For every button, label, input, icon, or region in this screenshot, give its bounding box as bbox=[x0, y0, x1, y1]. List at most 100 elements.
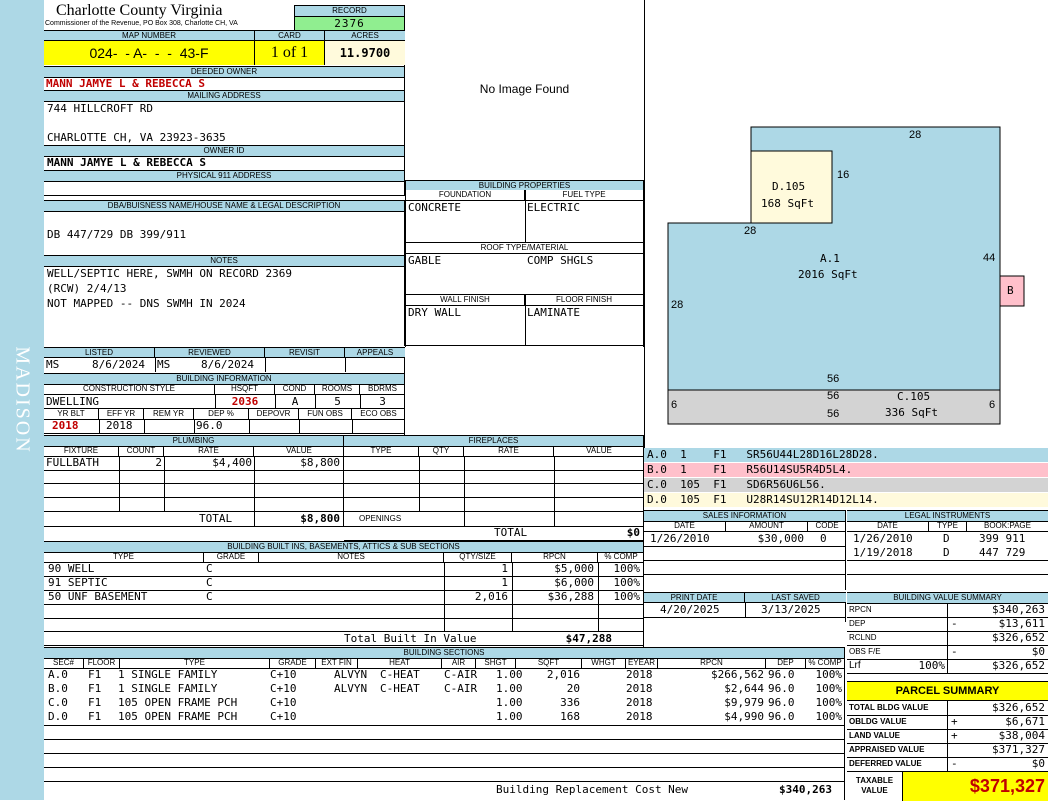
comp-cell: 100% bbox=[815, 696, 843, 709]
reviewed-label: REVIEWED bbox=[155, 347, 265, 358]
fp-type-col: TYPE bbox=[344, 446, 419, 456]
rpcn-cell: $266,562 bbox=[711, 668, 764, 681]
taxable-value: $371,327 bbox=[903, 772, 1048, 801]
land-label: LAND VALUE bbox=[849, 731, 900, 740]
bi-grade-col: GRADE bbox=[204, 552, 259, 562]
code-row: D.0 105 F1 U28R14SU12R14D12L14. bbox=[644, 493, 1048, 507]
rpcn-cell: $9,979 bbox=[724, 696, 764, 709]
table-row: B.0 F1 1 SINGLE FAMILY C+10 ALVYN C-HEAT… bbox=[44, 682, 844, 696]
sqft-cell: 2,016 bbox=[546, 668, 580, 681]
taxable-label-2: VALUE bbox=[861, 786, 888, 795]
dep-label: DEP % bbox=[194, 409, 249, 419]
area-a-name: A.1 bbox=[820, 252, 840, 265]
grade-cell: C+10 bbox=[270, 710, 297, 723]
code-row: A.0 1 F1 SR56U44L28D16L28D28. bbox=[644, 448, 1048, 463]
floor-cell: F1 bbox=[88, 710, 102, 723]
sales-section: SALES INFORMATION DATE AMOUNT CODE 1/26/… bbox=[644, 510, 846, 590]
type-cell: 105 OPEN FRAME PCH bbox=[118, 696, 238, 709]
listed-label: LISTED bbox=[44, 347, 155, 358]
appr-label: APPRAISED VALUE bbox=[849, 745, 925, 754]
print-date-label: PRINT DATE bbox=[644, 592, 745, 603]
bi-qty-cell: 2,016 bbox=[474, 590, 508, 603]
bvs-rpcn-label: RPCN bbox=[849, 605, 872, 614]
owner-id-value: MANN JAMYE L & REBECCA S bbox=[47, 156, 206, 169]
sales-code-col: CODE bbox=[815, 521, 839, 530]
table-row: 50 UNF BASEMENT C 2,016 $36,288 100% bbox=[44, 590, 643, 604]
legal-book-col: BOOK:PAGE bbox=[984, 521, 1031, 530]
dim-c-left: 6 bbox=[671, 399, 678, 411]
bi-comp-cell: 100% bbox=[613, 590, 641, 603]
bi-rpcn-cell: $6,000 bbox=[554, 576, 594, 589]
dep-value: 96.0 bbox=[196, 419, 223, 432]
eyear-cell: 2018 bbox=[626, 682, 653, 695]
rooms-value: 5 bbox=[334, 395, 341, 408]
plumbing-total: $8,800 bbox=[300, 512, 340, 525]
bi-type-cell: 90 WELL bbox=[48, 562, 95, 575]
comp-cell: 100% bbox=[815, 710, 843, 723]
floor-cell: F1 bbox=[88, 668, 102, 681]
print-date-value: 4/20/2025 bbox=[660, 603, 720, 616]
legal-book-cell: 399 911 bbox=[979, 532, 1026, 545]
rooms-label: ROOMS bbox=[315, 384, 360, 394]
code-text: B.0 1 F1 R56U14SU5R4D5L4. bbox=[647, 463, 853, 476]
map-number: 024- - A- - - 43-F bbox=[44, 41, 255, 65]
grade-cell: C+10 bbox=[270, 682, 297, 695]
bi-grade-cell: C bbox=[206, 562, 213, 575]
table-row: 91 SEPTIC C 1 $6,000 100% bbox=[44, 576, 643, 590]
building-properties: BUILDING PROPERTIES FOUNDATION FUEL TYPE… bbox=[405, 180, 644, 347]
bi-comp-cell: 100% bbox=[613, 576, 641, 589]
bi-qty-cell: 1 bbox=[501, 576, 508, 589]
floor-value: LAMINATE bbox=[527, 306, 580, 319]
legal-book-cell: 447 729 bbox=[979, 546, 1026, 559]
col-sqft: SQFT bbox=[516, 658, 582, 668]
col-dep: DEP bbox=[766, 658, 806, 668]
notes-line2: (RCW) 2/4/13 bbox=[47, 282, 127, 295]
bi-qty-col: QTY/SIZE bbox=[444, 552, 512, 562]
card-label: CARD bbox=[255, 30, 325, 41]
fuel-label: FUEL TYPE bbox=[525, 190, 643, 200]
floor-cell: F1 bbox=[88, 696, 102, 709]
rate-col: RATE bbox=[164, 446, 254, 456]
type-cell: 1 SINGLE FAMILY bbox=[118, 668, 218, 681]
sec-cell: C.0 bbox=[48, 696, 68, 709]
notes-line3: NOT MAPPED -- DNS SWMH IN 2024 bbox=[47, 297, 246, 310]
taxable-label-1: TAXABLE bbox=[855, 776, 894, 785]
no-image-text: No Image Found bbox=[479, 82, 570, 96]
table-row: C.0 F1 105 OPEN FRAME PCH C+10 1.00 336 … bbox=[44, 696, 844, 710]
comp-cell: 100% bbox=[815, 682, 843, 695]
building-info: BUILDING INFORMATION CONSTRUCTION STYLE … bbox=[44, 373, 405, 435]
bi-grade-cell: C bbox=[206, 590, 213, 603]
brcn-total: $340,263 bbox=[779, 783, 832, 796]
fireplaces-section: FIREPLACES TYPE QTY RATE VALUE OPENINGS … bbox=[344, 435, 644, 541]
notes-section: NOTES WELL/SEPTIC HERE, SWMH ON RECORD 2… bbox=[44, 255, 405, 346]
mailing-section: MAILING ADDRESS 744 HILLCROFT RD CHARLOT… bbox=[44, 90, 405, 146]
bi-rpcn-cell: $36,288 bbox=[547, 590, 594, 603]
value-cell: $8,800 bbox=[300, 456, 340, 469]
listed-date: 8/6/2024 bbox=[92, 358, 145, 371]
table-row: 1/26/2010 D 399 911 bbox=[847, 532, 1048, 546]
style-label: CONSTRUCTION STYLE bbox=[44, 384, 215, 394]
table-row: 90 WELL C 1 $5,000 100% bbox=[44, 562, 643, 576]
sqft-cell: 168 bbox=[560, 710, 580, 723]
sketch-codes: A.0 1 F1 SR56U44L28D16L28D28. B.0 1 F1 R… bbox=[644, 448, 1050, 508]
area-c-sqft: 336 SqFt bbox=[885, 406, 938, 419]
legal-type-cell: D bbox=[943, 532, 950, 545]
sec-cell: B.0 bbox=[48, 682, 68, 695]
fixture-cell: FULLBATH bbox=[46, 456, 99, 469]
yrblt-label: YR BLT bbox=[44, 409, 99, 419]
wall-label: WALL FINISH bbox=[406, 295, 525, 305]
heat-cell: C-HEAT bbox=[380, 682, 420, 695]
air-cell: C-AIR bbox=[444, 668, 478, 681]
land-value: $38,004 bbox=[998, 729, 1045, 742]
rpcn-cell: $2,644 bbox=[724, 682, 764, 695]
dep-cell: 96.0 bbox=[768, 696, 795, 709]
last-saved-label: LAST SAVED bbox=[745, 592, 846, 603]
dim-bottom: 56 bbox=[827, 373, 840, 385]
sec-cell: A.0 bbox=[48, 668, 68, 681]
type-cell: 105 OPEN FRAME PCH bbox=[118, 710, 238, 723]
heat-cell: C-HEAT bbox=[380, 668, 420, 681]
print-section: PRINT DATE LAST SAVED 4/20/2025 3/13/202… bbox=[644, 592, 846, 622]
deeded-owner-value: MANN JAMYE L & REBECCA S bbox=[46, 77, 205, 90]
bvs-rclnd-value: $326,652 bbox=[992, 631, 1045, 644]
fixture-col: FIXTURE bbox=[44, 446, 119, 456]
